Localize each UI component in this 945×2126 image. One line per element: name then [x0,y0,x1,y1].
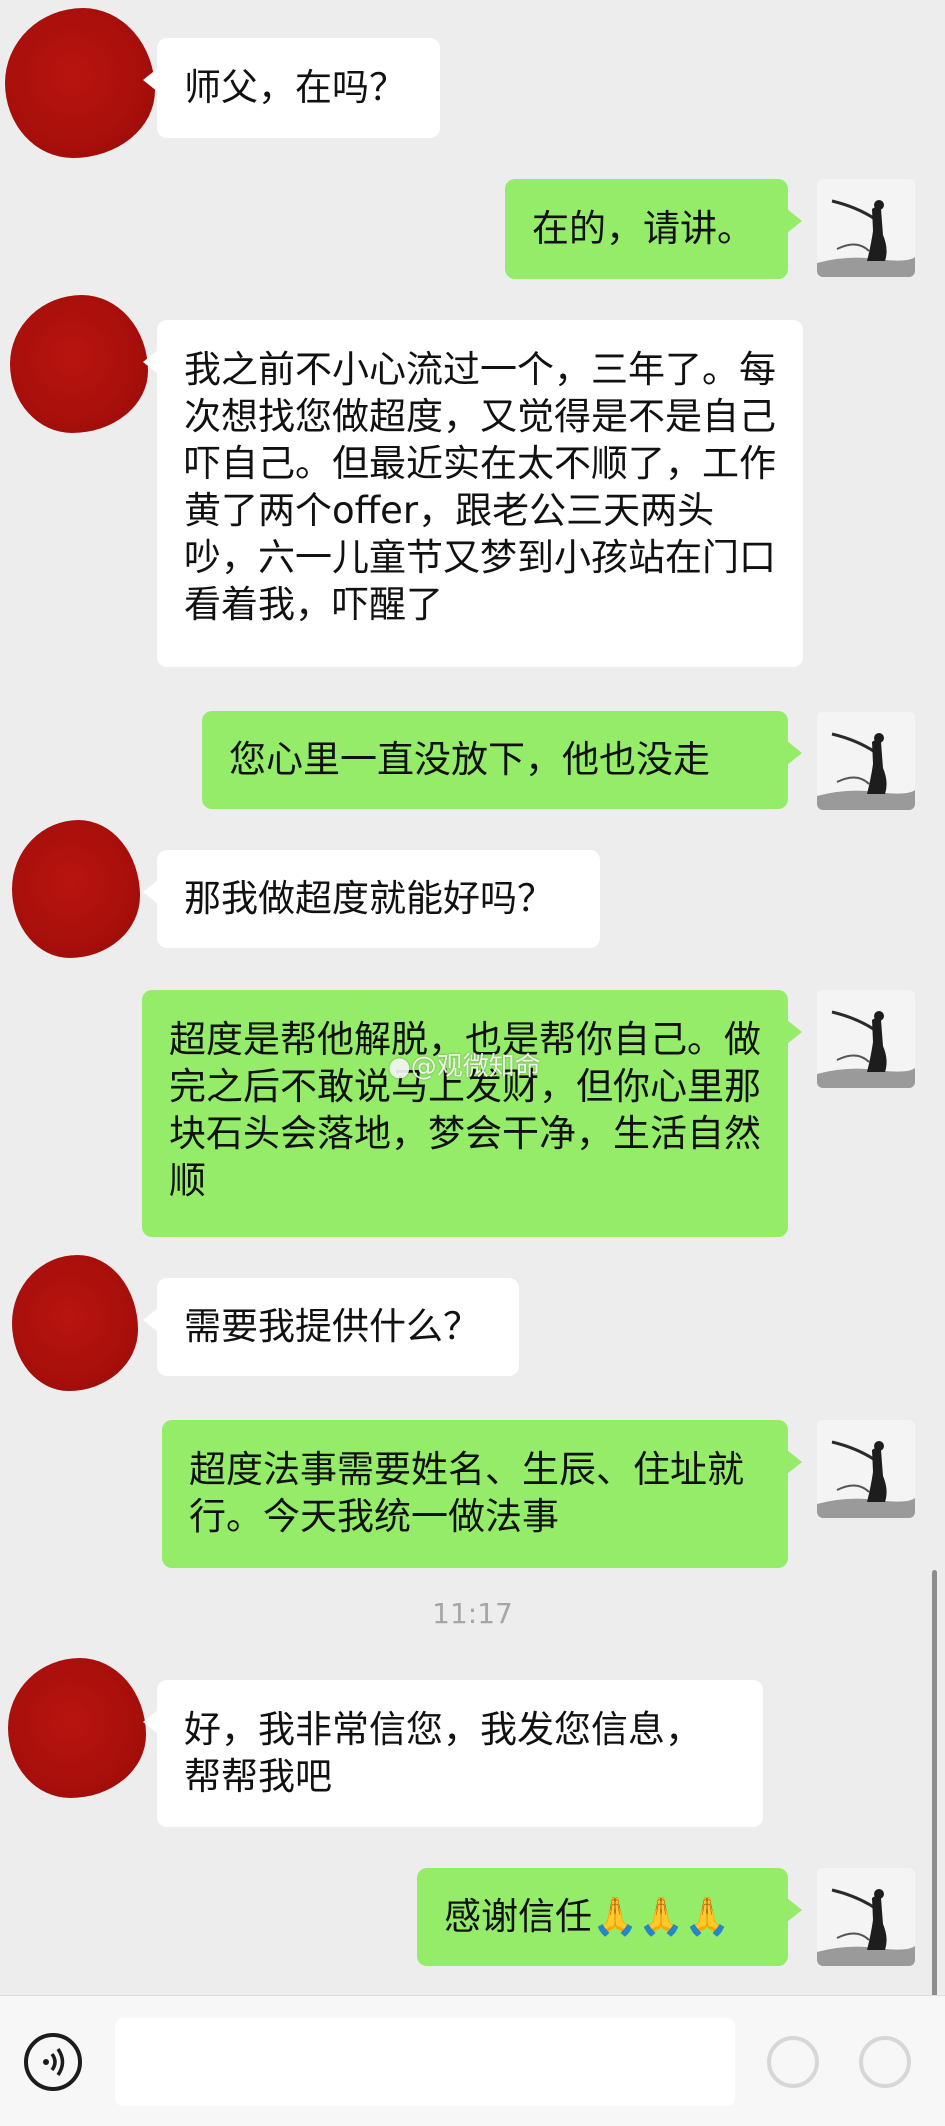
message-text: 我之前不小心流过一个，三年了。每次想找您做超度，又觉得是不是自己吓自己。但最近实… [184,348,776,626]
my-avatar[interactable] [817,1420,915,1518]
my-avatar[interactable] [817,179,915,277]
voice-input-icon[interactable] [24,2033,82,2091]
message-bubble-outgoing[interactable]: 在的，请讲。 [505,179,802,279]
message-text: 超度法事需要姓名、生辰、住址就行。今天我统一做法事 [189,1448,744,1538]
message-input[interactable] [115,2018,735,2106]
dancer-figure-icon [817,712,915,810]
dancer-figure-icon [817,1868,915,1966]
message-text: 您心里一直没放下，他也没走 [229,738,710,781]
weibo-logo-icon: ● [388,1052,411,1082]
message-bubble-incoming[interactable]: 需要我提供什么？ [143,1278,519,1376]
dancer-figure-icon [817,179,915,277]
message-text: 师父，在吗？ [184,66,406,109]
my-avatar[interactable] [817,712,915,810]
input-actions [765,2034,925,2090]
message-bubble-outgoing[interactable]: 感谢信任🙏🙏🙏 [417,1868,802,1966]
message-bubble-outgoing[interactable]: 超度法事需要姓名、生辰、住址就行。今天我统一做法事 [162,1420,802,1568]
message-text: 需要我提供什么？ [184,1305,480,1348]
message-bubble-incoming[interactable]: 好，我非常信您，我发您信息，帮帮我吧 [143,1680,763,1827]
my-avatar[interactable] [817,1868,915,1966]
message-bubble-incoming[interactable]: 那我做超度就能好吗？ [143,850,600,948]
message-timestamp: 11:17 [432,1597,513,1630]
contact-avatar-redacted[interactable] [12,1255,138,1391]
message-text: 那我做超度就能好吗？ [184,877,554,920]
plus-icon[interactable] [857,2034,913,2090]
emoji-icon[interactable] [765,2034,821,2090]
message-text: 在的，请讲。 [532,207,754,250]
watermark-text: @观微知命 [410,1052,541,1082]
scrollbar[interactable] [932,1570,937,2000]
chat-area: 师父，在吗？ 在的，请讲。 我之前不小心流过一个，三年了。每次想找您做超度，又觉… [0,0,945,2000]
message-bubble-incoming[interactable]: 我之前不小心流过一个，三年了。每次想找您做超度，又觉得是不是自己吓自己。但最近实… [143,320,803,667]
contact-avatar-redacted[interactable] [5,8,155,158]
my-avatar[interactable] [817,990,915,1088]
message-text: 感谢信任🙏🙏🙏 [444,1895,731,1938]
message-bubble-outgoing[interactable]: 超度是帮他解脱，也是帮你自己。做完之后不敢说马上发财，但你心里那块石头会落地，梦… [142,990,802,1237]
contact-avatar-redacted[interactable] [12,820,140,958]
contact-avatar-redacted[interactable] [10,295,148,433]
message-text: 好，我非常信您，我发您信息，帮帮我吧 [184,1708,702,1798]
input-bar [0,1995,945,2126]
message-bubble-outgoing[interactable]: 您心里一直没放下，他也没走 [202,711,802,809]
dancer-figure-icon [817,990,915,1088]
dancer-figure-icon [817,1420,915,1518]
contact-avatar-redacted[interactable] [8,1658,146,1798]
weibo-watermark: ●@观微知命 [388,1046,541,1083]
message-bubble-incoming[interactable]: 师父，在吗？ [143,38,440,138]
